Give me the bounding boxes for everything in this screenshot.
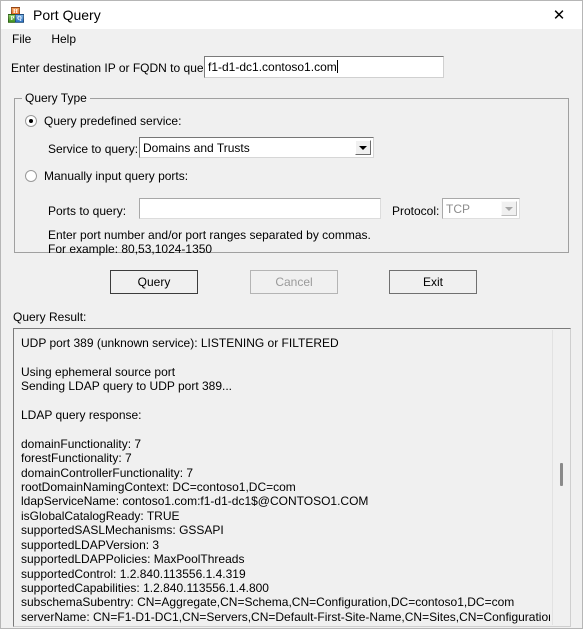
service-to-query-label: Service to query: xyxy=(48,142,139,156)
chevron-down-icon[interactable] xyxy=(355,140,371,155)
exit-button[interactable]: Exit xyxy=(389,270,477,294)
ports-hint-line-2: For example: 80,53,1024-1350 xyxy=(48,242,213,256)
ports-hint-line-1: Enter port number and/or port ranges sep… xyxy=(48,228,371,242)
result-scrollbar-thumb[interactable] xyxy=(560,462,563,487)
menubar: File Help xyxy=(1,29,582,49)
menu-item-file[interactable]: File xyxy=(3,30,40,49)
close-icon[interactable]: ✕ xyxy=(536,1,582,29)
query-result-label: Query Result: xyxy=(13,310,87,324)
destination-input-value: f1-d1-dc1.contoso1.com xyxy=(208,60,337,74)
ports-to-query-input[interactable] xyxy=(139,198,381,219)
protocol-label: Protocol: xyxy=(392,204,440,218)
radio-indicator-manual[interactable] xyxy=(25,170,37,182)
protocol-select[interactable]: TCP xyxy=(442,198,520,219)
menu-item-help[interactable]: Help xyxy=(42,30,85,49)
protocol-value: TCP xyxy=(446,202,470,216)
text-caret xyxy=(336,60,338,73)
query-result-textarea[interactable]: UDP port 389 (unknown service): LISTENIN… xyxy=(13,328,571,627)
query-result-text: UDP port 389 (unknown service): LISTENIN… xyxy=(21,336,550,626)
radio-indicator-predefined[interactable] xyxy=(25,115,37,127)
service-to-query-value: Domains and Trusts xyxy=(143,141,250,155)
radio-label-predefined: Query predefined service: xyxy=(44,114,182,128)
radio-query-predefined-service[interactable]: Query predefined service: xyxy=(25,114,181,128)
query-type-legend: Query Type xyxy=(22,91,90,105)
radio-label-manual: Manually input query ports: xyxy=(44,169,189,183)
query-button[interactable]: Query xyxy=(110,270,198,294)
blocks-icon: H P Q xyxy=(8,7,24,23)
chevron-down-icon[interactable] xyxy=(501,201,517,216)
window-title: Port Query xyxy=(33,7,101,23)
destination-label: Enter destination IP or FQDN to query: xyxy=(11,61,217,75)
port-query-window: H P Q Port Query ✕ File Help Enter desti… xyxy=(0,0,583,629)
service-to-query-select[interactable]: Domains and Trusts xyxy=(139,137,374,158)
radio-manually-input-query-ports[interactable]: Manually input query ports: xyxy=(25,169,188,183)
cancel-button: Cancel xyxy=(250,270,338,294)
destination-input[interactable]: f1-d1-dc1.contoso1.com xyxy=(204,56,444,78)
titlebar: H P Q Port Query ✕ xyxy=(1,1,582,29)
ports-to-query-label: Ports to query: xyxy=(48,204,127,218)
result-scrollbar[interactable] xyxy=(552,330,569,625)
